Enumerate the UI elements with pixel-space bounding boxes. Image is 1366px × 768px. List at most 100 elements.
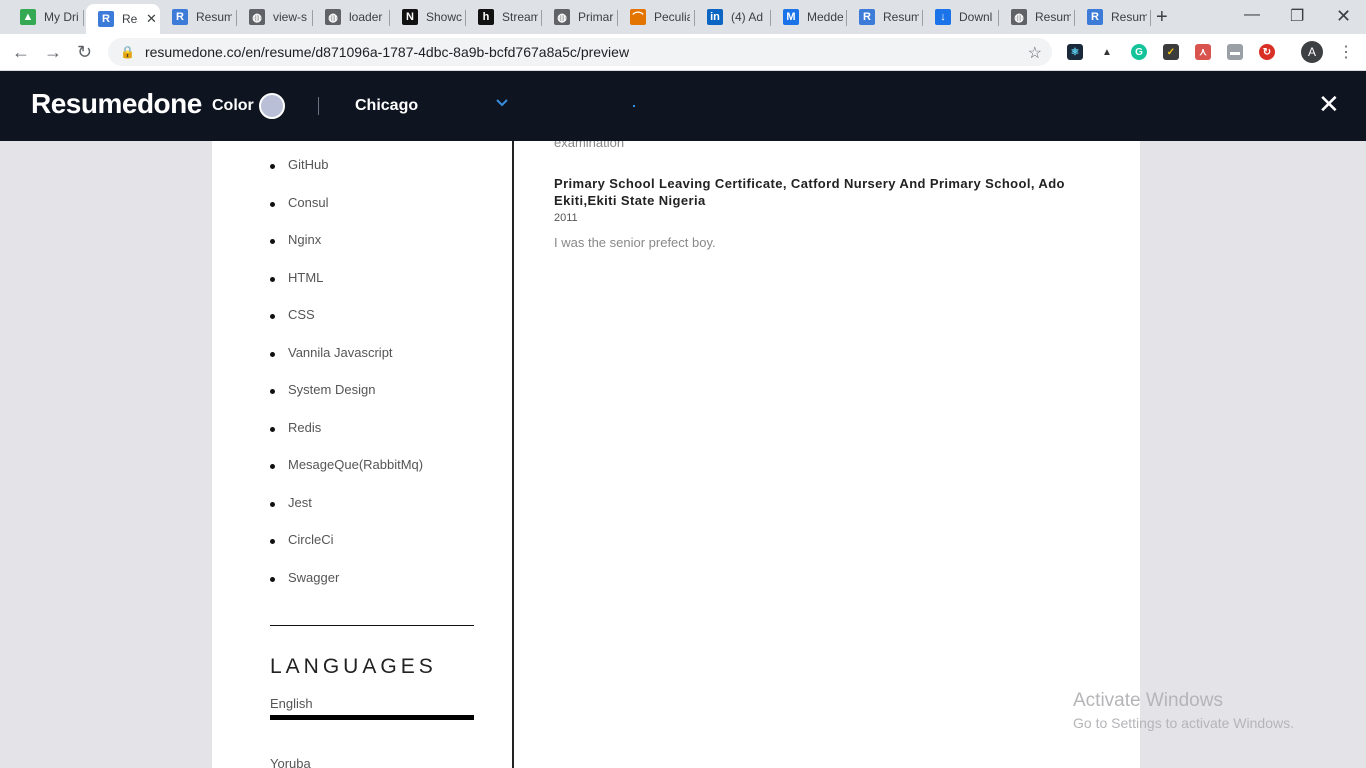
skill-label: Jest [288, 494, 312, 510]
globe-icon: ◍ [1011, 9, 1027, 25]
minimize-button[interactable]: — [1244, 6, 1260, 24]
bullet-icon [270, 539, 275, 544]
bookmark-star-icon[interactable]: ☆ [1028, 43, 1042, 63]
globe-icon: ◍ [249, 9, 265, 25]
hackerrank-icon: h [478, 9, 494, 25]
skill-item: Nginx [270, 232, 423, 270]
forward-arrow-icon[interactable]: → [44, 42, 62, 62]
tab-title: Showc [426, 10, 462, 24]
browser-tab[interactable]: h Stream [466, 4, 542, 30]
globe-icon: ◍ [554, 9, 570, 25]
browser-tab[interactable]: ◍ view-s [237, 4, 313, 30]
skill-item: MesageQue(RabbitMq) [270, 457, 423, 495]
skill-item: Vannila Javascript [270, 345, 423, 383]
browser-tab[interactable]: ↓ Downl [923, 4, 999, 30]
brand-logo[interactable]: Resumedone [31, 88, 202, 120]
sync-extension-icon[interactable]: ↻ [1259, 44, 1275, 60]
browser-tab[interactable]: R Resum [847, 4, 923, 30]
browser-tab[interactable]: R Resum [1075, 4, 1151, 30]
globe-icon: ◍ [325, 9, 341, 25]
activate-windows-watermark: Activate Windows Go to Settings to activ… [1073, 690, 1294, 731]
pdf-extension-icon[interactable]: ⋏ [1195, 44, 1211, 60]
card-extension-icon[interactable]: ▬ [1227, 44, 1243, 60]
new-tab-button[interactable]: + [1156, 7, 1168, 27]
education-year: 2011 [554, 212, 578, 224]
tab-title: Medde [807, 10, 843, 24]
browser-tab[interactable]: ◍ Primar [542, 4, 618, 30]
close-preview-icon[interactable]: ✕ [1318, 91, 1340, 117]
tab-title: Resum [1035, 10, 1071, 24]
rainbow-icon: ⌒ [630, 9, 646, 25]
browser-tab[interactable]: N Showc [390, 4, 466, 30]
browser-tab[interactable]: M Medde [771, 4, 847, 30]
tab-title: Primar [578, 10, 614, 24]
skill-item: Jest [270, 495, 423, 533]
education-description: I was the senior prefect boy. [554, 235, 716, 250]
resumedone-icon: R [172, 9, 188, 25]
profile-avatar[interactable]: A [1301, 41, 1323, 63]
education-title: Primary School Leaving Certificate, Catf… [554, 176, 1065, 208]
bullet-icon [270, 314, 275, 319]
header-divider [318, 97, 319, 115]
resumedone-icon: R [859, 9, 875, 25]
tab-title: Resum [1111, 10, 1147, 24]
skill-label: Consul [288, 194, 329, 210]
watermark-subtitle: Go to Settings to activate Windows. [1073, 715, 1294, 731]
browser-tab[interactable]: R Resum [160, 4, 237, 30]
tab-title: view-s [273, 10, 308, 24]
watermark-title: Activate Windows [1073, 690, 1223, 711]
linkedin-icon: in [707, 9, 723, 25]
drive-icon: ▲ [20, 9, 36, 25]
bullet-icon [270, 426, 275, 432]
tab-title: (4) Ad [731, 10, 764, 24]
skill-item: CircleCi [270, 532, 423, 570]
skill-item: Swagger [270, 570, 423, 608]
close-tab-icon[interactable]: ✕ [146, 11, 157, 27]
color-label: Color [212, 97, 254, 114]
lock-icon: 🔒 [120, 45, 135, 59]
bullet-icon [270, 239, 275, 244]
notion-icon: N [402, 9, 418, 25]
chevron-down-icon[interactable] [495, 95, 509, 113]
language-level-bar [270, 715, 474, 720]
tab-title: Res [122, 12, 138, 26]
resumedone-icon: R [1087, 9, 1103, 25]
address-bar[interactable]: 🔒 resumedone.co/en/resume/d871096a-1787-… [108, 38, 1052, 66]
skill-item: GitHub [270, 157, 423, 195]
skill-item: CSS [270, 307, 423, 345]
color-picker-swatch[interactable] [259, 93, 285, 119]
browser-tab[interactable]: ◍ Resum [999, 4, 1075, 30]
tab-title: My Dri [44, 10, 79, 24]
skill-item: HTML [270, 270, 423, 308]
browser-tab[interactable]: ▲ My Dri [8, 4, 84, 30]
resumedone-icon: R [98, 11, 114, 27]
checklist-extension-icon[interactable]: ✓ [1163, 44, 1179, 60]
browser-tab[interactable]: ◍ loader [313, 4, 390, 30]
react-devtools-icon[interactable]: ⚛ [1067, 44, 1083, 60]
skill-item: Redis [270, 420, 423, 458]
extension-triangle-icon[interactable]: ▲ [1099, 44, 1115, 60]
browser-tab[interactable]: R Res ✕ [86, 4, 160, 34]
tab-title: Resum [883, 10, 919, 24]
template-selector-value[interactable]: Chicago [355, 97, 418, 115]
browser-tab[interactable]: in (4) Ad [695, 4, 771, 30]
browser-menu-icon[interactable]: ⋮ [1338, 42, 1354, 62]
grammarly-icon[interactable]: G [1131, 44, 1147, 60]
back-arrow-icon[interactable]: ← [12, 42, 30, 62]
bullet-icon [270, 389, 275, 394]
browser-toolbar: ← → ↻ 🔒 resumedone.co/en/resume/d871096a… [0, 34, 1366, 71]
url-text[interactable]: resumedone.co/en/resume/d871096a-1787-4d… [145, 44, 629, 60]
browser-tab[interactable]: ⌒ Peculia [618, 4, 695, 30]
languages-heading: LANGUAGES [270, 655, 437, 678]
maximize-button[interactable]: ❐ [1290, 6, 1304, 26]
bullet-icon [270, 276, 275, 282]
browser-tab-strip: + — ❐ ✕ ▲ My Dri R Res ✕ R Resum ◍ view-s ◍ loader… [0, 0, 1366, 34]
language-item: Yoruba [270, 756, 311, 768]
skill-label: Nginx [288, 232, 322, 247]
section-divider [270, 625, 474, 626]
window-close-button[interactable]: ✕ [1336, 6, 1351, 27]
reload-icon[interactable]: ↻ [77, 42, 92, 62]
skill-label: CircleCi [288, 532, 334, 547]
skill-label: Swagger [288, 569, 340, 585]
loading-dot [633, 105, 635, 107]
